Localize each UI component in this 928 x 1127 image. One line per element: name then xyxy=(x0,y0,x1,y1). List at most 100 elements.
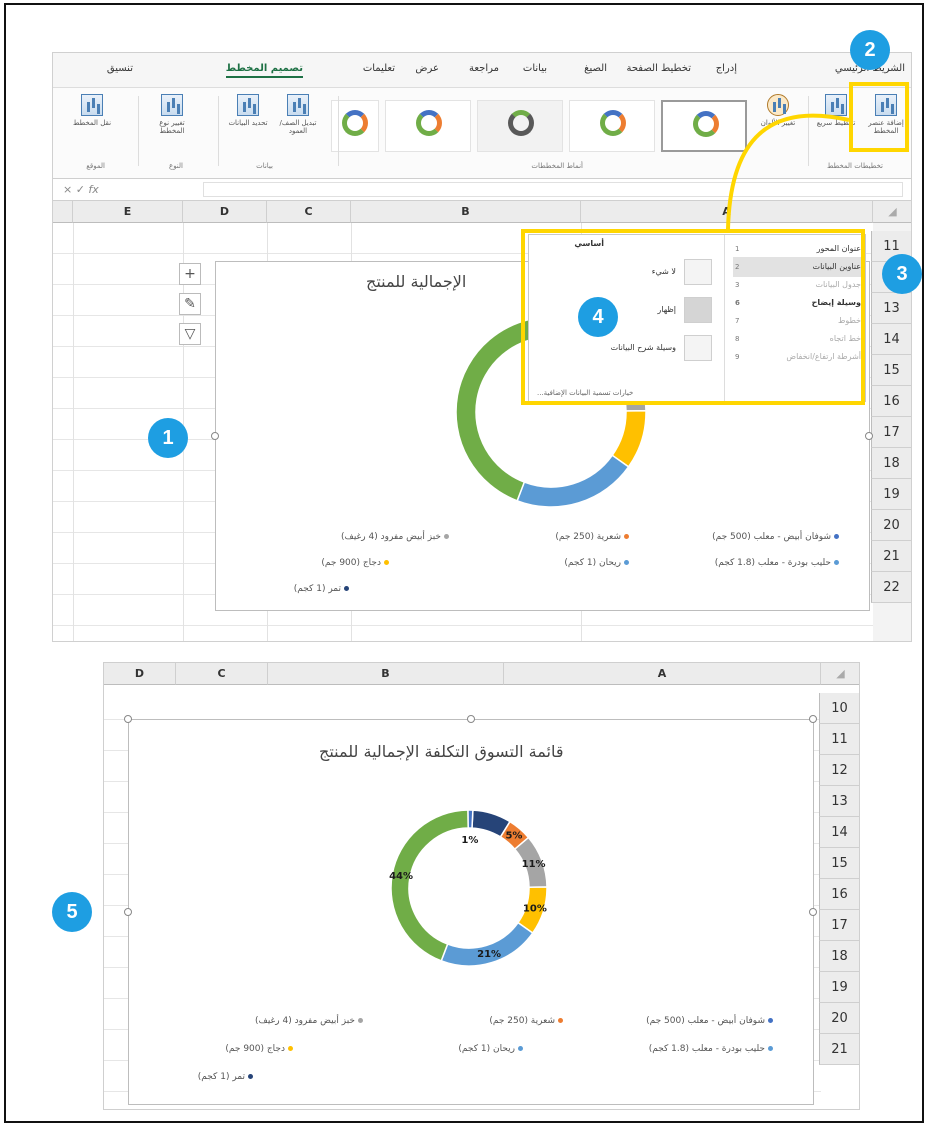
move-chart-button[interactable]: نقل المخطط xyxy=(67,94,117,156)
legend-item: شعرية (250 جم) xyxy=(489,1016,563,1026)
legend-item: ريحان (1 كجم) xyxy=(458,1044,523,1054)
row-header-14[interactable]: 14 xyxy=(871,324,911,355)
data-label[interactable]: 11% xyxy=(522,859,546,870)
switch-icon xyxy=(287,94,309,116)
legend-item: دجاج (900 جم) xyxy=(321,558,389,568)
column-header-a[interactable]: A xyxy=(581,201,873,223)
column-header-e[interactable]: E xyxy=(73,201,183,223)
row-header-16[interactable]: 16 xyxy=(871,386,911,417)
column-header-a[interactable]: A xyxy=(504,663,821,685)
chart-styles-brush-button[interactable]: ✎ xyxy=(179,293,201,315)
chart-type-icon xyxy=(161,94,183,116)
legend-item: ريحان (1 كجم) xyxy=(564,558,629,568)
donut-chart-bottom[interactable]: قائمة التسوق التكلفة الإجمالية للمنتج 5%… xyxy=(128,719,814,1105)
chart-style-4[interactable] xyxy=(385,100,471,152)
legend-item: شوفان أبيض - معلب (500 جم) xyxy=(712,532,839,542)
row-header-19[interactable]: 19 xyxy=(871,479,911,510)
legend-item: تمر (1 كجم) xyxy=(198,1072,253,1082)
row-header-13[interactable]: 13 xyxy=(819,786,859,817)
change-chart-type-button[interactable]: تغيير نوع المخطط xyxy=(147,94,197,156)
tab-chart-design[interactable]: تصميم المخطط xyxy=(225,63,303,78)
donut-slice[interactable] xyxy=(467,809,474,829)
legend-item: خبز أبيض مفرود (4 رغيف) xyxy=(341,532,449,542)
data-label[interactable]: 21% xyxy=(477,949,501,960)
row-header-12[interactable]: 12 xyxy=(819,755,859,786)
chart-elements-plus-button[interactable]: + xyxy=(179,263,201,285)
ribbon-tabs: الشريط الرئيسي إدراج تخطيط الصفحة الصيغ … xyxy=(53,53,911,87)
tab-formulas[interactable]: الصيغ xyxy=(584,63,607,74)
callout-4: 4 xyxy=(578,297,618,337)
resize-handle[interactable] xyxy=(124,908,132,916)
data-label[interactable]: 10% xyxy=(523,903,547,914)
tab-page-layout[interactable]: تخطيط الصفحة xyxy=(626,63,691,74)
column-header-b[interactable]: B xyxy=(351,201,581,223)
row-header-19[interactable]: 19 xyxy=(819,972,859,1003)
row-header-15[interactable]: 15 xyxy=(871,355,911,386)
data-label[interactable]: 5% xyxy=(505,831,522,842)
row-header-20[interactable]: 20 xyxy=(819,1003,859,1034)
donut-slice[interactable] xyxy=(516,454,630,508)
row-header-18[interactable]: 18 xyxy=(871,448,911,479)
row-header-18[interactable]: 18 xyxy=(819,941,859,972)
tab-help[interactable]: تعليمات xyxy=(363,63,395,74)
chart-filter-button[interactable]: ▽ xyxy=(179,323,201,345)
chart-style-2[interactable] xyxy=(569,100,655,152)
resize-handle[interactable] xyxy=(865,432,873,440)
select-all-corner[interactable]: ◢ xyxy=(821,663,859,685)
donut-slice[interactable] xyxy=(390,809,469,962)
tab-insert[interactable]: إدراج xyxy=(716,63,737,74)
row-header-20[interactable]: 20 xyxy=(871,510,911,541)
move-chart-icon xyxy=(81,94,103,116)
switch-row-column-button[interactable]: تبديل الصف/ العمود xyxy=(273,94,323,156)
column-header-d[interactable]: D xyxy=(183,201,267,223)
group-label-data: بيانات xyxy=(256,162,273,170)
legend-item: دجاج (900 جم) xyxy=(225,1044,293,1054)
row-header-16[interactable]: 16 xyxy=(819,879,859,910)
legend-item: شعرية (250 جم) xyxy=(555,532,629,542)
column-header-d[interactable]: D xyxy=(104,663,176,685)
row-header-22[interactable]: 22 xyxy=(871,572,911,603)
row-header-21[interactable]: 21 xyxy=(871,541,911,572)
data-label[interactable]: 44% xyxy=(389,871,413,882)
row-header-17[interactable]: 17 xyxy=(819,910,859,941)
highlight-add-element xyxy=(849,82,909,152)
callout-2: 2 xyxy=(850,30,890,70)
group-label-type: النوع xyxy=(169,162,183,170)
legend-item: شوفان أبيض - معلب (500 جم) xyxy=(646,1016,773,1026)
tab-format[interactable]: تنسيق xyxy=(107,63,133,74)
group-label-styles: أنماط المخططات xyxy=(531,162,583,170)
tab-review[interactable]: مراجعة xyxy=(469,63,499,74)
legend-item: حليب بودرة - معلب (1.8 كجم) xyxy=(649,1044,773,1054)
chart-style-3[interactable] xyxy=(477,100,563,152)
select-all-corner[interactable]: ◢ xyxy=(873,201,911,223)
resize-handle[interactable] xyxy=(809,908,817,916)
resize-handle[interactable] xyxy=(124,715,132,723)
row-header-17[interactable]: 17 xyxy=(871,417,911,448)
chart-style-1[interactable] xyxy=(661,100,747,152)
ribbon: إضافة عنصر المخطط تخطيط سريع تخطيطات الم… xyxy=(53,87,911,179)
resize-handle[interactable] xyxy=(809,715,817,723)
legend-item: تمر (1 كجم) xyxy=(294,584,349,594)
quick-layout-icon xyxy=(825,94,847,116)
change-colors-button[interactable]: تغيير الألوان xyxy=(753,94,803,156)
row-header-21[interactable]: 21 xyxy=(819,1034,859,1065)
row-header-11[interactable]: 11 xyxy=(819,724,859,755)
fx-icon: × ✓ fx xyxy=(63,183,99,196)
legend-item: خبز أبيض مفرود (4 رغيف) xyxy=(255,1016,363,1026)
row-header-10[interactable]: 10 xyxy=(819,693,859,724)
resize-handle[interactable] xyxy=(467,715,475,723)
palette-icon xyxy=(767,94,789,116)
tab-view[interactable]: عرض xyxy=(415,63,439,74)
formula-input[interactable] xyxy=(203,182,903,197)
select-data-button[interactable]: تحديد البيانات xyxy=(223,94,273,156)
column-header-c[interactable]: C xyxy=(267,201,351,223)
callout-5: 5 xyxy=(52,892,92,932)
resize-handle[interactable] xyxy=(211,432,219,440)
row-header-14[interactable]: 14 xyxy=(819,817,859,848)
row-header-13[interactable]: 13 xyxy=(871,293,911,324)
column-header-b[interactable]: B xyxy=(268,663,504,685)
data-label[interactable]: 1% xyxy=(461,835,478,846)
column-header-c[interactable]: C xyxy=(176,663,268,685)
tab-data[interactable]: بيانات xyxy=(523,63,547,74)
row-header-15[interactable]: 15 xyxy=(819,848,859,879)
